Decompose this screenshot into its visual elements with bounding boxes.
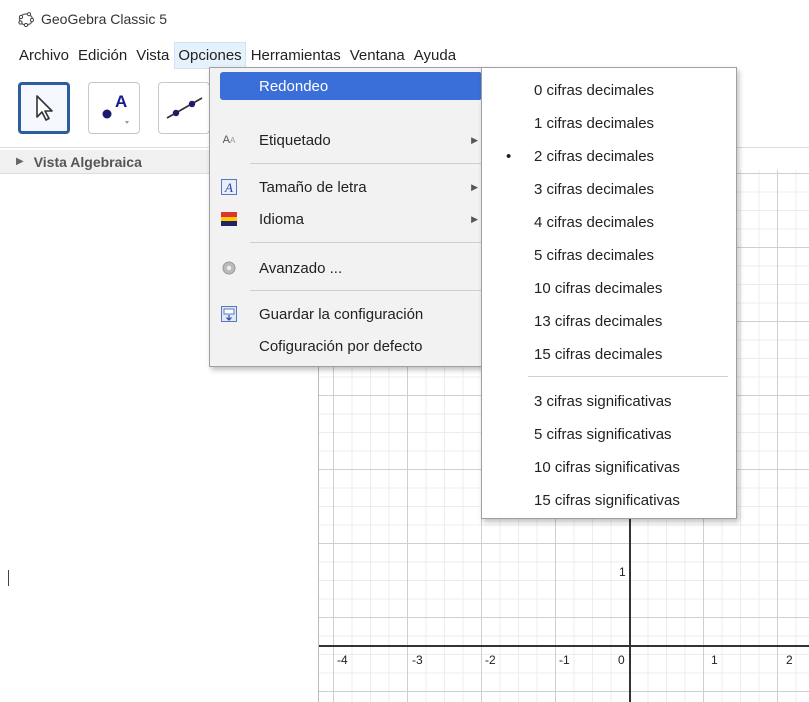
rounding-option-label: 0 cifras decimales: [534, 81, 655, 99]
menu-item-label: Redondeo: [259, 77, 329, 95]
x-tick-label: -1: [559, 653, 570, 667]
menu-bar: Archivo Edición Vista Opciones Herramien…: [0, 40, 809, 70]
rounding-option-label: 5 cifras decimales: [534, 246, 655, 264]
line-icon: [166, 97, 203, 119]
x-tick-label: 2: [786, 653, 793, 667]
menu-item-redondeo[interactable]: Redondeo: [220, 72, 482, 100]
menu-item-label: Idioma: [259, 210, 305, 228]
font-size-icon: A: [220, 178, 238, 196]
x-tick-label: 0: [618, 653, 625, 667]
menu-item-label: Tamaño de letra: [259, 178, 367, 196]
rounding-option[interactable]: 10 cifras significativas: [482, 452, 736, 482]
rounding-option[interactable]: 15 cifras significativas: [482, 485, 736, 515]
x-tick-label: -2: [485, 653, 496, 667]
menu-archivo[interactable]: Archivo: [16, 43, 72, 68]
rounding-option[interactable]: 3 cifras decimales: [482, 174, 736, 204]
menu-separator: [528, 376, 728, 377]
rounding-option[interactable]: 13 cifras decimales: [482, 306, 736, 336]
rounding-option[interactable]: 3 cifras significativas: [482, 386, 736, 416]
text-cursor: [8, 570, 9, 586]
rounding-option-label: 15 cifras significativas: [534, 491, 680, 509]
rounding-option-label: 3 cifras decimales: [534, 180, 655, 198]
point-tool-button[interactable]: A: [88, 82, 140, 134]
menu-herramientas[interactable]: Herramientas: [248, 43, 344, 68]
rounding-option-label: 5 cifras significativas: [534, 425, 672, 443]
rounding-option[interactable]: 15 cifras decimales: [482, 339, 736, 369]
menu-vista[interactable]: Vista: [133, 43, 172, 68]
rounding-option-label: 2 cifras decimales: [534, 147, 655, 165]
submenu-arrow-icon: ▶: [471, 134, 478, 145]
submenu-arrow-icon: ▶: [471, 181, 478, 192]
rounding-option-label: 15 cifras decimales: [534, 345, 663, 363]
point-icon: A: [102, 92, 129, 124]
x-tick-label: -3: [412, 653, 423, 667]
opciones-menu: Redondeo AA Etiquetado ▶ A Tamaño de let…: [209, 67, 487, 367]
x-tick-label: -4: [337, 653, 348, 667]
gear-icon: [220, 259, 238, 277]
arrow-cursor-icon: [36, 95, 53, 121]
redondeo-submenu: 0 cifras decimales 1 cifras decimales • …: [481, 67, 737, 519]
y-tick-label: 1: [619, 565, 626, 579]
label-aa-icon: AA: [222, 134, 236, 146]
menu-item-label: Etiquetado: [259, 131, 331, 149]
menu-item-label: Avanzado ...: [259, 259, 343, 277]
rounding-option-label: 4 cifras decimales: [534, 213, 655, 231]
menu-item-label: Cofiguración por defecto: [259, 337, 423, 355]
rounding-option-label: 10 cifras significativas: [534, 458, 680, 476]
menu-item-label: Guardar la configuración: [259, 305, 424, 323]
x-tick-label: 1: [711, 653, 718, 667]
menu-separator: [250, 163, 486, 164]
menu-item-guardar-configuracion[interactable]: Guardar la configuración: [210, 300, 486, 328]
move-tool-button[interactable]: [18, 82, 70, 134]
window-title: GeoGebra Classic 5: [41, 11, 168, 27]
algebra-view-title: Vista Algebraica: [33, 153, 142, 170]
x-axis: [319, 645, 809, 647]
rounding-option-label: 13 cifras decimales: [534, 312, 663, 330]
line-tool-button[interactable]: [158, 82, 210, 134]
point-tool-label: A: [115, 92, 127, 111]
rounding-option[interactable]: 5 cifras decimales: [482, 240, 736, 270]
selected-bullet-icon: •: [506, 147, 512, 165]
rounding-option[interactable]: 10 cifras decimales: [482, 273, 736, 303]
rounding-option-label: 10 cifras decimales: [534, 279, 663, 297]
menu-separator: [250, 242, 486, 243]
menu-ayuda[interactable]: Ayuda: [411, 43, 459, 68]
menu-item-etiquetado[interactable]: AA Etiquetado ▶: [210, 126, 486, 154]
rounding-option[interactable]: 5 cifras significativas: [482, 419, 736, 449]
save-settings-icon: [220, 305, 238, 323]
expand-arrow-icon[interactable]: ▶: [16, 156, 24, 167]
menu-opciones[interactable]: Opciones: [174, 41, 246, 69]
rounding-option-selected[interactable]: • 2 cifras decimales: [482, 141, 736, 171]
rounding-option[interactable]: 0 cifras decimales: [482, 75, 736, 105]
menu-ventana[interactable]: Ventana: [347, 43, 408, 68]
menu-separator: [250, 290, 486, 291]
menu-edicion[interactable]: Edición: [75, 43, 130, 68]
rounding-option-label: 3 cifras significativas: [534, 392, 672, 410]
svg-text:A: A: [224, 180, 233, 195]
language-flag-icon: [220, 210, 238, 228]
submenu-arrow-icon: ▶: [471, 213, 478, 224]
rounding-option-label: 1 cifras decimales: [534, 114, 655, 132]
menu-item-configuracion-defecto[interactable]: Cofiguración por defecto: [210, 332, 486, 360]
menu-item-avanzado[interactable]: Avanzado ...: [210, 254, 486, 282]
algebra-view-header[interactable]: ▶ Vista Algebraica: [0, 150, 210, 174]
menu-item-idioma[interactable]: Idioma ▶: [210, 205, 486, 233]
rounding-option[interactable]: 4 cifras decimales: [482, 207, 736, 237]
title-bar: GeoGebra Classic 5: [0, 0, 809, 38]
rounding-option[interactable]: 1 cifras decimales: [482, 108, 736, 138]
geogebra-logo-icon: [18, 12, 34, 27]
menu-item-tamano-letra[interactable]: A Tamaño de letra ▶: [210, 173, 486, 201]
